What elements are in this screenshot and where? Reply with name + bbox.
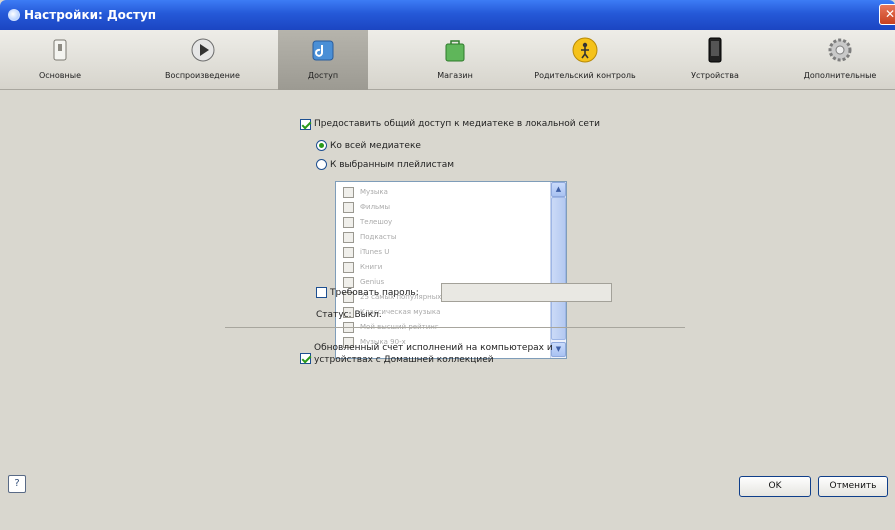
tab-general-label: Основные [38,71,81,80]
playlist-checkbox[interactable] [343,202,354,213]
share-library-label: Предоставить общий доступ к медиатеке в … [314,119,601,129]
tab-devices[interactable]: Устройства [675,30,755,90]
playlist-label: Фильмы [360,203,390,211]
share-selected-label: К выбранным плейлистам [330,160,455,170]
help-button[interactable]: ? [8,475,26,493]
tab-parental[interactable]: Родительский контроль [515,30,655,90]
tab-store[interactable]: Магазин [415,30,495,90]
itunes-app-icon [8,9,20,21]
scroll-thumb[interactable] [551,197,566,340]
playlist-checkbox[interactable] [343,277,354,288]
playlist-label: iTunes U [360,248,390,256]
share-library-checkbox[interactable] [300,119,311,130]
playcount-label-line2: устройствах с Домашней коллекцией [314,355,494,365]
playlist-checkbox[interactable] [343,262,354,273]
playlist-checkbox[interactable] [343,187,354,198]
sharing-panel: Предоставить общий доступ к медиатеке в … [0,91,895,530]
switch-icon [47,37,73,63]
scroll-up-icon[interactable]: ▲ [551,182,566,197]
playlist-label: Genius [360,278,385,286]
playlist-checkbox[interactable] [343,232,354,243]
gear-icon [827,37,853,63]
playlist-label: Телешоу [360,218,393,226]
tab-parental-label: Родительский контроль [534,71,636,80]
tab-devices-label: Устройства [691,71,739,80]
playlist-label: Музыка [360,188,388,196]
sharing-icon [310,37,336,63]
playcount-checkbox[interactable] [300,353,311,364]
store-bag-icon [442,37,468,63]
tab-playback[interactable]: Воспроизведение [140,30,265,90]
tab-advanced[interactable]: Дополнительные [790,30,890,90]
tab-sharing-label: Доступ [307,71,339,80]
tab-playback-label: Воспроизведение [165,71,240,80]
password-field[interactable] [441,283,612,302]
preferences-toolbar: Основные Воспроизведение Доступ Магазин … [0,30,895,90]
window-title: Настройки: Доступ [24,8,157,22]
share-all-radio[interactable] [316,140,327,151]
playcount-label-line1: Обновленный счет исполнений на компьютер… [314,343,553,353]
playlist-checkbox[interactable] [343,217,354,228]
device-icon [702,37,728,63]
playlist-checkbox[interactable] [343,247,354,258]
playlist-label: Книги [360,263,383,271]
require-password-label: Требовать пароль: [330,288,419,298]
playlists-scrollbar[interactable]: ▲ ▼ [550,182,566,358]
tab-sharing[interactable]: Доступ [278,30,368,90]
share-selected-radio[interactable] [316,159,327,170]
scroll-down-icon[interactable]: ▼ [551,342,566,357]
status-text: Статус: Выкл. [316,310,382,320]
share-all-label: Ко всей медиатеке [330,141,421,151]
require-password-checkbox[interactable] [316,287,327,298]
tab-store-label: Магазин [437,71,473,80]
tab-general[interactable]: Основные [20,30,100,90]
cancel-button[interactable]: Отменить [818,476,888,497]
close-button[interactable]: ✕ [879,4,895,25]
tab-advanced-label: Дополнительные [803,71,877,80]
playlist-label: Подкасты [360,233,397,241]
ok-button[interactable]: OK [739,476,811,497]
parental-icon [572,37,598,63]
playlists-listbox[interactable]: Музыка Фильмы Телешоу Подкасты iTunes U … [335,181,567,359]
play-icon [190,37,216,63]
title-bar: Настройки: Доступ ✕ [0,0,895,30]
divider [225,327,685,328]
